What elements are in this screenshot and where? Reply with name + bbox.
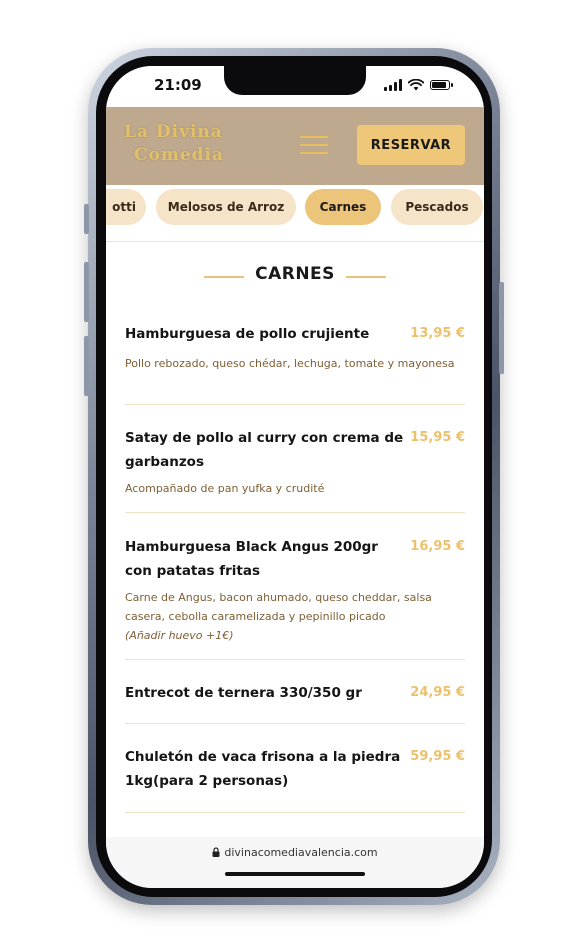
section-header: CARNES: [106, 264, 484, 290]
logo-line-2: Comedia: [134, 145, 225, 165]
item-name: Hamburguesa de pollo crujiente: [125, 326, 370, 342]
browser-bar: divinacomediavalencia.com: [106, 837, 484, 888]
wifi-icon: [408, 79, 424, 91]
item-price: 16,95 €: [410, 539, 465, 554]
site-header: La Divina Comedia RESERVAR: [106, 107, 484, 185]
item-price: 15,95 €: [410, 430, 465, 445]
reserve-button[interactable]: RESERVAR: [357, 125, 465, 165]
item-note: (Añadir huevo +1€): [125, 629, 234, 642]
status-icons: [384, 78, 453, 92]
item-price: 13,95 €: [410, 326, 465, 341]
home-indicator[interactable]: [225, 872, 365, 876]
volume-up-button: [84, 262, 89, 322]
tab-risotti[interactable]: otti: [106, 189, 146, 225]
section-title: CARNES: [255, 264, 335, 284]
category-tabs: otti Melosos de Arroz Carnes Pescados: [106, 185, 484, 242]
item-description: Pollo rebozado, queso chédar, lechuga, t…: [125, 357, 455, 370]
tab-pescados[interactable]: Pescados: [391, 189, 483, 225]
logo[interactable]: La Divina Comedia: [124, 121, 234, 167]
status-time: 21:09: [154, 76, 202, 94]
power-button: [499, 282, 504, 374]
menu-item: Satay de pollo al curry con crema de gar…: [125, 426, 465, 513]
item-name: Satay de pollo al curry con crema de gar…: [125, 430, 404, 470]
lock-icon: [212, 847, 220, 857]
menu-content: CARNES Hamburguesa de pollo crujiente 13…: [106, 242, 484, 837]
menu-item: Hamburguesa de pollo crujiente 13,95 € P…: [125, 322, 465, 405]
item-name: Hamburguesa Black Angus 200gr con patata…: [125, 539, 378, 579]
phone-screen: 21:09 La Divina Comedia RESERVAR otti Me…: [106, 66, 484, 888]
logo-line-1: La Divina: [124, 122, 223, 142]
tab-carnes[interactable]: Carnes: [305, 189, 381, 225]
status-bar: 21:09: [106, 66, 484, 107]
menu-item: Hamburguesa Black Angus 200gr con patata…: [125, 535, 465, 660]
menu-item: Chuletón de vaca frisona a la piedra 1kg…: [125, 745, 465, 813]
item-price: 24,95 €: [410, 685, 465, 700]
url-bar[interactable]: divinacomediavalencia.com: [106, 846, 484, 859]
item-name: Chuletón de vaca frisona a la piedra 1kg…: [125, 749, 401, 789]
item-price: 59,95 €: [410, 749, 465, 764]
notch: [224, 66, 366, 95]
hamburger-icon[interactable]: [300, 133, 328, 157]
item-name: Entrecot de ternera 330/350 gr: [125, 685, 362, 701]
signal-icon: [384, 79, 402, 91]
tab-melosos-de-arroz[interactable]: Melosos de Arroz: [156, 189, 296, 225]
battery-icon: [430, 80, 453, 90]
menu-item: Entrecot de ternera 330/350 gr 24,95 €: [125, 681, 465, 724]
volume-down-button: [84, 336, 89, 396]
url-text: divinacomediavalencia.com: [224, 846, 378, 859]
item-description-text: Carne de Angus, bacon ahumado, queso che…: [125, 591, 432, 623]
item-description: Acompañado de pan yufka y crudité: [125, 482, 325, 495]
item-description: Carne de Angus, bacon ahumado, queso che…: [125, 588, 465, 645]
title-divider-right: [346, 276, 386, 278]
silent-switch: [84, 204, 89, 234]
